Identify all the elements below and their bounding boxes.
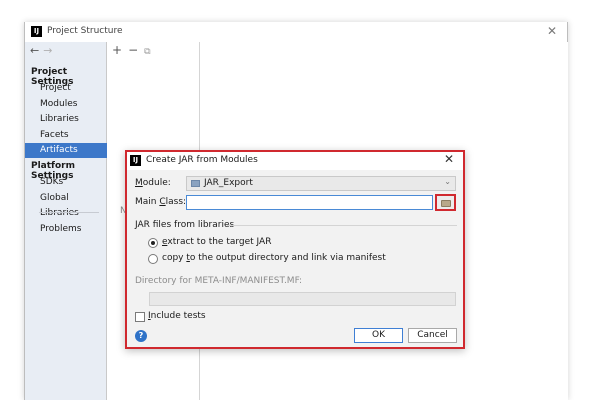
sidebar-item-artifacts[interactable]: Artifacts <box>25 143 107 158</box>
settings-sidebar: ←→ Project Settings Project Modules Libr… <box>25 42 107 400</box>
sidebar-item-modules[interactable]: Modules <box>25 97 107 112</box>
artifacts-toolbar: + − ⧉ <box>112 43 157 57</box>
group-divider <box>227 225 457 226</box>
include-tests-label: Include tests <box>148 311 206 321</box>
dialog-close-icon[interactable]: ✕ <box>444 152 454 166</box>
sidebar-item-global-libraries[interactable]: Global Libraries <box>25 191 107 218</box>
main-class-label: Main Class: <box>135 197 187 207</box>
copy-option-label: copy to the output directory and link vi… <box>162 253 386 263</box>
module-select-value: JAR_Export <box>204 178 253 188</box>
jar-files-group-title: JAR files from libraries <box>135 220 235 230</box>
chevron-down-icon: ⌄ <box>444 177 451 186</box>
main-class-browse-button[interactable] <box>435 194 456 211</box>
remove-icon[interactable]: − <box>128 43 138 57</box>
intellij-app-icon: IJ <box>31 26 42 37</box>
ok-button[interactable]: OK <box>354 328 403 343</box>
back-arrow-icon[interactable]: ← <box>30 44 43 57</box>
main-class-input[interactable] <box>186 195 433 210</box>
sidebar-item-libraries[interactable]: Libraries <box>25 112 107 127</box>
extract-option-label: extract to the target JAR <box>162 237 272 247</box>
cancel-button[interactable]: Cancel <box>408 328 457 343</box>
module-icon <box>191 180 200 187</box>
intellij-app-icon: IJ <box>130 155 141 166</box>
manifest-directory-label: Directory for META-INF/MANIFEST.MF: <box>135 276 303 286</box>
dialog-title-bar: IJ Create JAR from Modules ✕ <box>127 152 463 170</box>
extract-radio[interactable] <box>148 238 158 248</box>
include-tests-checkbox[interactable] <box>135 312 145 322</box>
create-jar-dialog: IJ Create JAR from Modules ✕ Module: JAR… <box>125 150 465 349</box>
manifest-directory-input <box>149 292 456 306</box>
sidebar-item-facets[interactable]: Facets <box>25 128 107 143</box>
sidebar-divider <box>39 212 99 213</box>
sidebar-item-problems[interactable]: Problems <box>25 222 107 237</box>
help-icon[interactable]: ? <box>135 330 147 342</box>
window-close-icon[interactable]: ✕ <box>547 24 557 38</box>
module-select[interactable]: JAR_Export ⌄ <box>186 176 456 191</box>
window-title-bar: IJ Project Structure ✕ <box>25 22 567 42</box>
sidebar-item-sdks[interactable]: SDKs <box>25 175 107 190</box>
add-icon[interactable]: + <box>112 43 122 57</box>
sidebar-item-project[interactable]: Project <box>25 81 107 96</box>
forward-arrow-icon[interactable]: → <box>43 44 56 57</box>
dialog-title: Create JAR from Modules <box>146 155 258 165</box>
folder-icon <box>441 200 451 207</box>
nav-arrows: ←→ <box>30 44 56 57</box>
copy-icon[interactable]: ⧉ <box>144 47 150 57</box>
window-title: Project Structure <box>47 26 123 36</box>
module-label: Module: <box>135 178 171 188</box>
copy-radio[interactable] <box>148 254 158 264</box>
